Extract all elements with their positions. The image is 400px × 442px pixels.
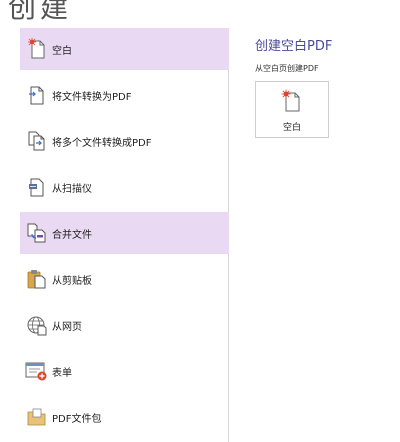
sidebar-item-convert-multiple[interactable]: 将多个文件转换成PDF: [20, 120, 229, 162]
globe-icon: [24, 312, 50, 338]
sidebar-item-blank[interactable]: 空白: [20, 28, 229, 70]
sidebar-item-merge-files[interactable]: 合并文件: [20, 212, 229, 254]
blank-page-icon: [281, 89, 303, 113]
sidebar-item-web-page[interactable]: 从网页: [20, 304, 229, 346]
sidebar-item-label: PDF文件包: [52, 413, 102, 425]
blank-tile-label: 空白: [282, 123, 301, 133]
convert-file-icon: [24, 82, 50, 108]
scanner-icon: [24, 174, 50, 200]
sidebar-item-label: 将多个文件转换成PDF: [52, 137, 152, 149]
blank-page-button[interactable]: 空白: [255, 81, 329, 138]
sidebar-item-label: 从剪贴板: [52, 275, 92, 287]
panel-title: 创建空白PDF: [255, 39, 333, 54]
sidebar-item-label: 将文件转换为PDF: [52, 91, 132, 103]
convert-multiple-icon: [24, 128, 50, 154]
sidebar-item-convert-file[interactable]: 将文件转换为PDF: [20, 74, 229, 116]
portfolio-folder-icon: [24, 404, 50, 430]
sidebar-item-label: 空白: [52, 45, 72, 57]
sidebar-item-scanner[interactable]: 从扫描仪: [20, 166, 229, 208]
sidebar-item-clipboard[interactable]: 从剪贴板: [20, 258, 229, 300]
sidebar-item-label: 合并文件: [52, 229, 92, 241]
sidebar-item-label: 表单: [52, 367, 72, 379]
create-blank-panel: 创建空白PDF 从空白页创建PDF 空白: [230, 28, 400, 442]
sidebar-item-pdf-portfolio[interactable]: PDF文件包: [20, 396, 229, 438]
sidebar-item-label: 从网页: [52, 321, 82, 333]
sidebar-item-label: 从扫描仪: [52, 183, 92, 195]
blank-page-icon: [24, 36, 50, 62]
sidebar-item-form[interactable]: 表单: [20, 350, 229, 392]
form-icon: [24, 358, 50, 384]
clipboard-icon: [24, 266, 50, 292]
merge-files-icon: [24, 220, 50, 246]
panel-subtitle: 从空白页创建PDF: [255, 64, 319, 73]
create-options-sidebar: 空白 将文件转换为PDF 将多个文件转换成PDF 从扫描仪 合并文件 从剪贴板 …: [0, 28, 229, 442]
page-title: 创建: [8, 0, 73, 24]
